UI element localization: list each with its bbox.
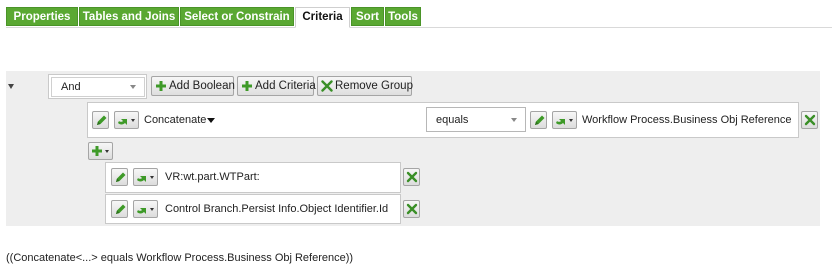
comparison-operator-select[interactable]: equals: [426, 107, 526, 132]
edit-argument-button[interactable]: [111, 200, 128, 218]
plus-icon: [242, 81, 252, 91]
left-type-menu-button[interactable]: [114, 111, 139, 129]
remove-group-label: Remove Group: [335, 80, 413, 92]
tab-criteria[interactable]: Criteria: [295, 7, 350, 28]
function-icon: [556, 119, 565, 125]
argument-value: VR:wt.part.WTPart:: [165, 171, 260, 183]
add-boolean-label: Add Boolean: [169, 80, 235, 92]
pencil-icon: [116, 172, 126, 182]
remove-x-icon: [406, 203, 418, 215]
pencil-icon: [535, 115, 545, 125]
chevron-down-icon: [105, 150, 109, 153]
edit-argument-button[interactable]: [111, 168, 128, 186]
chevron-down-icon: [150, 208, 154, 211]
right-type-menu-button[interactable]: [552, 111, 577, 129]
tab-properties[interactable]: Properties: [6, 7, 78, 26]
collapse-group-icon[interactable]: [8, 84, 14, 89]
chevron-down-icon: [150, 176, 154, 179]
criteria-summary: ((Concatenate<...> equals Workflow Proce…: [6, 252, 354, 264]
function-icon: [137, 208, 146, 214]
argument-type-menu-button[interactable]: [133, 168, 158, 186]
add-boolean-button[interactable]: Add Boolean: [151, 76, 235, 96]
boolean-operator-select[interactable]: And: [51, 77, 145, 97]
remove-argument-button[interactable]: [403, 200, 420, 218]
remove-criterion-button[interactable]: [801, 111, 818, 129]
remove-argument-button[interactable]: [403, 168, 420, 186]
add-criteria-label: Add Criteria: [255, 80, 316, 92]
tab-bar: Properties Tables and Joins Select or Co…: [6, 7, 832, 28]
function-icon: [137, 176, 146, 182]
chevron-down-icon: [131, 119, 135, 122]
edit-left-button[interactable]: [92, 111, 109, 129]
tab-sort[interactable]: Sort: [351, 7, 384, 26]
boolean-operator-value: And: [61, 81, 81, 93]
pencil-icon: [97, 115, 107, 125]
plus-icon: [156, 81, 166, 91]
remove-group-button[interactable]: Remove Group: [317, 76, 413, 96]
boolean-operator-container: And: [48, 74, 147, 99]
remove-x-icon: [321, 80, 333, 92]
chevron-down-icon: [207, 117, 216, 123]
tab-tables-and-joins[interactable]: Tables and Joins: [79, 7, 179, 26]
plus-icon: [92, 146, 102, 156]
left-operand-label: Concatenate: [144, 114, 207, 126]
left-operand-function[interactable]: Concatenate: [144, 114, 216, 126]
chevron-down-icon: [130, 85, 136, 89]
tab-tools[interactable]: Tools: [385, 7, 421, 26]
remove-x-icon: [804, 114, 816, 126]
remove-x-icon: [406, 171, 418, 183]
chevron-down-icon: [569, 119, 573, 122]
right-operand-value: Workflow Process.Business Obj Reference: [582, 114, 792, 126]
edit-right-button[interactable]: [530, 111, 547, 129]
pencil-icon: [116, 204, 126, 214]
add-argument-button[interactable]: [88, 142, 113, 160]
function-icon: [118, 119, 127, 125]
chevron-down-icon: [511, 117, 517, 122]
argument-value: Control Branch.Persist Info.Object Ident…: [165, 203, 389, 215]
add-criteria-button[interactable]: Add Criteria: [237, 76, 316, 96]
argument-type-menu-button[interactable]: [133, 200, 158, 218]
comparison-operator-value: equals: [436, 113, 469, 126]
tab-select-or-constrain[interactable]: Select or Constrain: [180, 7, 294, 26]
